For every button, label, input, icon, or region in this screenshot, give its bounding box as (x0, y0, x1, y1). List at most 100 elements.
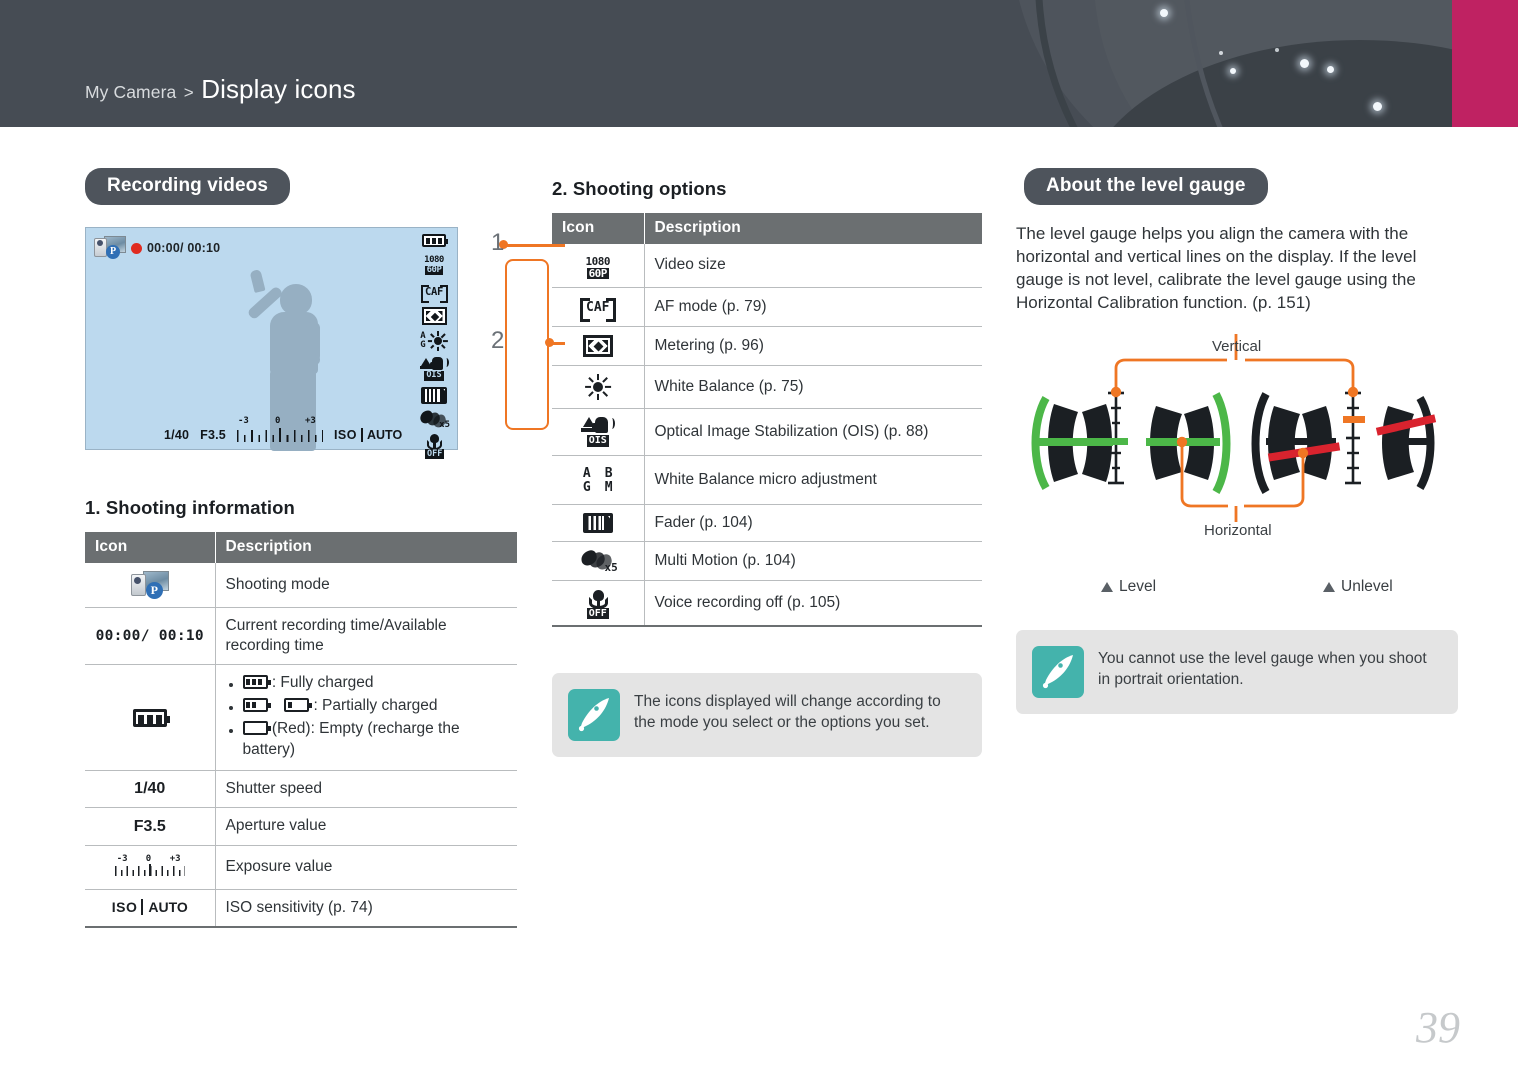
battery-state-list: : Fully charged : Partially charged (Red… (226, 673, 508, 760)
page-number: 39 (1416, 1003, 1460, 1052)
ev-label-zero: 0 (274, 416, 281, 426)
af-mode-label: CAF (424, 286, 444, 298)
header-sparkle-dot (1327, 66, 1334, 73)
voice-recording-off-icon: OFF (422, 434, 446, 459)
callout-number-2: 2 (491, 327, 505, 354)
diagram-captions: Level Unlevel (1016, 578, 1458, 604)
wb-micro-b-label: B (604, 466, 613, 481)
ois-icon: OIS (420, 357, 449, 381)
table-header-row: Icon Description (552, 213, 982, 244)
mic-off-label: OFF (425, 449, 445, 459)
shooting-options-icon-group-highlight (505, 259, 549, 430)
column-shooting-options: 2. Shooting options Icon Description 108… (552, 168, 982, 757)
column-header-icon: Icon (85, 532, 216, 563)
table-row: Fader (p. 104) (552, 504, 982, 542)
list-item: : Partially charged (226, 696, 508, 717)
mic-off-label: OFF (586, 607, 609, 619)
ev-label-zero: 0 (145, 853, 152, 864)
column-header-icon: Icon (552, 213, 645, 244)
breadcrumb-parent[interactable]: My Camera (85, 82, 176, 102)
cell-icon: 1080 60P (552, 244, 645, 288)
cell-icon: ISO AUTO (85, 889, 216, 928)
cell-description: Aperture value (215, 807, 517, 846)
battery-partial-label: : Partially charged (313, 697, 438, 715)
af-mode-label: CAF (586, 299, 610, 315)
table-row: ISO AUTO ISO sensitivity (p. 74) (85, 889, 517, 928)
cell-description: Optical Image Stabilization (OIS) (p. 88… (644, 408, 982, 456)
cell-description: White Balance micro adjustment (644, 455, 982, 505)
table-row: A B G M White Balance micro adjustment (552, 455, 982, 505)
cell-icon (85, 664, 216, 772)
table-header-row: Icon Description (85, 532, 517, 563)
recording-time-text: 00:00/ 00:10 (95, 628, 204, 645)
table-row: F3.5 Aperture value (85, 807, 517, 846)
shutter-speed-text: 1/40 (134, 780, 166, 798)
ev-label-plus3: +3 (304, 416, 316, 426)
wb-micro-g-label: G (582, 480, 591, 496)
battery-icon (132, 708, 170, 727)
table-row: x5 Multi Motion (p. 104) (552, 541, 982, 581)
cell-icon: P (85, 563, 216, 608)
iso-value-label: AUTO (361, 428, 402, 442)
battery-icon (422, 234, 448, 247)
breadcrumb-separator: > (183, 83, 194, 102)
note-text: The icons displayed will change accordin… (634, 692, 941, 731)
aperture-value-text: F3.5 (200, 428, 226, 442)
table-row: P Shooting mode (85, 563, 517, 608)
header-sparkle-dot (1373, 102, 1382, 111)
video-size-1080-60p-icon: 1080 60P (421, 253, 447, 277)
recording-time-text: 00:00/ 00:10 (147, 241, 221, 255)
video-size-top-label: 1080 (424, 254, 444, 265)
metering-icon (421, 307, 447, 325)
lcd-bottom-info-bar: 1/40 F3.5 -3 0 +3 ISO AUTO (164, 416, 402, 442)
multi-motion-x5-icon: x5 (578, 548, 618, 574)
iso-prefix-label: ISO (333, 428, 357, 442)
caption-unlevel-label: Unlevel (1341, 578, 1393, 596)
cell-icon (552, 326, 645, 366)
cell-icon: A B G M (552, 455, 645, 505)
caption-level-label: Level (1119, 578, 1157, 596)
shooting-information-table: Icon Description P Shooting mode 00:00/ … (85, 532, 517, 928)
cell-icon: x5 (552, 541, 645, 581)
battery-empty-label: (Red): Empty (recharge the battery) (242, 719, 460, 758)
callout-number-1: 1 (491, 229, 505, 256)
caption-unlevel: Unlevel (1323, 578, 1393, 596)
video-size-bottom-label: 60P (586, 267, 609, 280)
table-row: 00:00/ 00:10 Current recording time/Avai… (85, 607, 517, 666)
ev-label-plus3: +3 (169, 853, 181, 864)
table-row: Metering (p. 96) (552, 326, 982, 366)
white-balance-daylight-icon (427, 331, 448, 351)
cell-icon: CAF (552, 287, 645, 327)
silhouette-hand-left (249, 268, 266, 294)
header-sparkle-dot (1160, 9, 1168, 17)
cell-icon: F3.5 (85, 807, 216, 846)
exposure-value-scale-icon: -3 0 +3 (236, 416, 323, 442)
cell-description: Voice recording off (p. 105) (644, 580, 982, 627)
table-row: -3 0 +3 Exposure value (85, 845, 517, 890)
level-gauge-paragraph: The level gauge helps you align the came… (1016, 224, 1417, 313)
cell-description: Exposure value (215, 845, 517, 890)
triangle-marker-icon (1323, 582, 1335, 593)
af-mode-caf-icon: CAF (579, 296, 616, 322)
white-balance-micro-adjust-icon: A B G M (582, 466, 613, 496)
table-row: 1/40 Shutter speed (85, 770, 517, 809)
lcd-right-icon-column: 1080 60P CAF AG OIS x5 OFF (417, 234, 451, 459)
lcd-screen: P 00:00/ 00:10 1080 60P CAF A G OIS x5 O… (85, 227, 458, 459)
column-level-gauge: About the level gauge The level gauge he… (1016, 168, 1458, 715)
battery-mid-icon (242, 698, 271, 713)
column-header-description: Description (644, 213, 982, 244)
breadcrumb: My Camera > Display icons (85, 74, 356, 105)
lcd-top-left-group: P 00:00/ 00:10 (94, 236, 220, 260)
table-row: CAF AF mode (p. 79) (552, 287, 982, 327)
battery-full-label: : Fully charged (271, 674, 374, 692)
silhouette-head (280, 284, 312, 315)
level-gauge-diagram: Vertical Horizontal (1016, 326, 1458, 566)
cell-description: ISO sensitivity (p. 74) (215, 889, 517, 928)
cell-description: : Fully charged : Partially charged (Red… (215, 664, 517, 772)
table-row: OIS Optical Image Stabilization (OIS) (p… (552, 408, 982, 456)
column-recording-videos: Recording videos P 00:00/ 00:10 1080 60P… (85, 168, 565, 928)
cell-description: Metering (p. 96) (644, 326, 982, 366)
cell-description: Fader (p. 104) (644, 504, 982, 542)
cell-icon: OFF (552, 580, 645, 627)
white-balance-daylight-icon (584, 374, 611, 400)
